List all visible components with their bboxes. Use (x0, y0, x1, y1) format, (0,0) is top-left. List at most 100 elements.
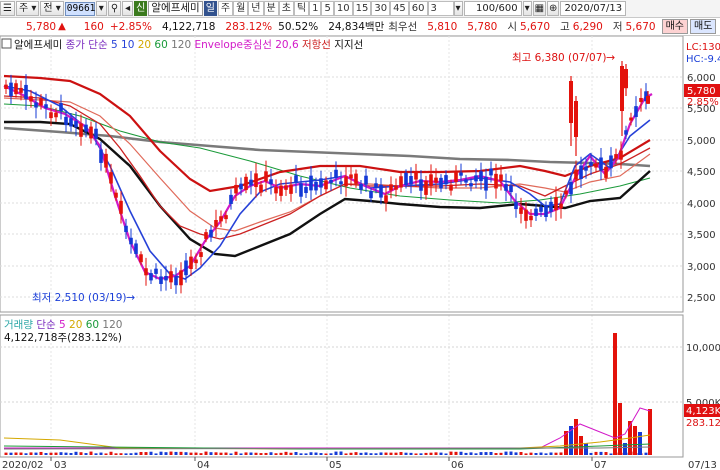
candle-body (24, 84, 28, 100)
period-button-day[interactable]: 일 (203, 1, 217, 16)
candle-body (304, 187, 308, 194)
volume-bar (274, 453, 278, 455)
candle-body (329, 179, 333, 183)
volume-bar (179, 451, 183, 455)
volume-bar (189, 452, 193, 455)
volume-bar (199, 453, 203, 455)
calendar-icon[interactable]: ▦ (532, 1, 547, 16)
buy-button[interactable]: 매수 (661, 19, 688, 34)
volume-bar (14, 452, 18, 455)
volume-bar (514, 452, 518, 455)
candle-body (454, 171, 458, 183)
current-volume-flag-text: 4,123K (686, 406, 720, 417)
candle-body (154, 268, 158, 274)
candle-body (459, 172, 463, 176)
open-label: 시 (507, 21, 518, 33)
search-icon[interactable]: ⚲ (107, 1, 122, 16)
sell-button[interactable]: 매도 (689, 19, 717, 34)
price-legend-text: 알에프세미 종가 단순 5 10 20 60 120 Envelope중심선 2… (14, 39, 363, 51)
candle-body (9, 82, 13, 97)
current-change-flag-text: 2.85% (687, 97, 719, 108)
candle-body (74, 120, 78, 128)
candle-body (574, 169, 578, 180)
volume-legend: 거래량 단순 5 20 60 120 4,122,718주(283.12%) (4, 319, 122, 344)
period-button-year[interactable]: 년 (248, 1, 264, 16)
code-dropdown-button[interactable]: ▾ (95, 1, 107, 16)
volume-bar (449, 451, 453, 455)
candle-body (244, 176, 248, 191)
period-spin-button[interactable]: ▾ (453, 1, 463, 16)
count-display[interactable]: 100/600 (463, 1, 522, 16)
period-button-15[interactable]: 15 (352, 1, 372, 16)
volume-bar (9, 452, 13, 455)
period-value-input[interactable]: 3 (427, 1, 454, 16)
volume-bar (89, 451, 93, 455)
candle-body (419, 179, 423, 191)
volume-bar (314, 452, 318, 455)
volume-bar (174, 451, 178, 455)
legend-checkbox[interactable] (1, 38, 12, 49)
volume-bar (534, 453, 538, 455)
prev-stock-button[interactable]: ◂ (122, 1, 134, 16)
candle-body (434, 177, 438, 183)
count-down-button[interactable]: ▾ (522, 1, 532, 16)
period-button-week[interactable]: 주 (217, 1, 234, 16)
period-button-10[interactable]: 10 (333, 1, 353, 16)
period-button-30[interactable]: 30 (371, 1, 391, 16)
candle-body (224, 215, 228, 220)
candle-body (384, 195, 388, 203)
zoom-button[interactable]: ⊕ (547, 1, 560, 16)
period-button-45[interactable]: 45 (390, 1, 409, 16)
best-ask-label: 최우선 (388, 21, 418, 33)
volume-bar (309, 452, 313, 455)
candle-body (59, 103, 63, 112)
candle-body (514, 201, 518, 210)
volume-bar (424, 452, 428, 455)
volume-bar (209, 452, 213, 455)
axis-label-3500: 3,500 (687, 230, 716, 241)
candle-body (139, 254, 143, 263)
high-label: 고 (560, 21, 570, 33)
volume-bar (184, 452, 188, 455)
candle-body (449, 184, 453, 191)
candle-body (334, 169, 338, 178)
candle-body (29, 96, 33, 102)
volume-bar (169, 451, 173, 455)
candle-body (219, 216, 223, 222)
current-volume-ratio-text: 283.12 (686, 418, 720, 429)
period-button-60[interactable]: 60 (408, 1, 428, 16)
menu-dropdown[interactable]: 주 ▾ (15, 1, 40, 16)
volume-bar (474, 453, 478, 455)
volume-bar (444, 453, 448, 455)
volume-bar (434, 452, 438, 455)
date-input[interactable]: 2020/07/13 (560, 1, 627, 16)
period-button-tick[interactable]: 틱 (293, 1, 310, 16)
axis-label-6000: 6,000 (687, 73, 716, 84)
period-button-month[interactable]: 월 (233, 1, 249, 16)
period-button-1[interactable]: 1 (309, 1, 322, 16)
volume-bar (214, 452, 218, 455)
chart-area[interactable]: 알에프세미 종가 단순 5 10 20 60 120 Envelope중심선 2… (0, 36, 720, 470)
volume-bar (604, 452, 608, 455)
volume-bar (409, 452, 413, 455)
volume-bar (119, 453, 123, 455)
candle-body (144, 268, 148, 276)
candle-body (19, 87, 23, 93)
period-button-minute[interactable]: 분 (263, 1, 279, 16)
volume-bar (349, 452, 353, 455)
volume-bar (594, 451, 598, 455)
period-button-second[interactable]: 초 (278, 1, 294, 16)
menu-button[interactable]: ☰ (0, 1, 15, 16)
market-dropdown[interactable]: 전 ▾ (40, 1, 64, 16)
volume-bar (4, 452, 8, 455)
candle-body (489, 168, 493, 176)
candle-body (464, 179, 468, 183)
volume-bar (289, 452, 293, 455)
stock-code-input[interactable]: 096610 (64, 1, 101, 16)
volume-bar (64, 452, 68, 455)
legend-item: 60 (82, 319, 99, 331)
legend-item: 저항선 (299, 39, 331, 51)
legend-item: 120 (99, 319, 122, 331)
volume-bar (414, 453, 418, 455)
period-button-5[interactable]: 5 (321, 1, 334, 16)
